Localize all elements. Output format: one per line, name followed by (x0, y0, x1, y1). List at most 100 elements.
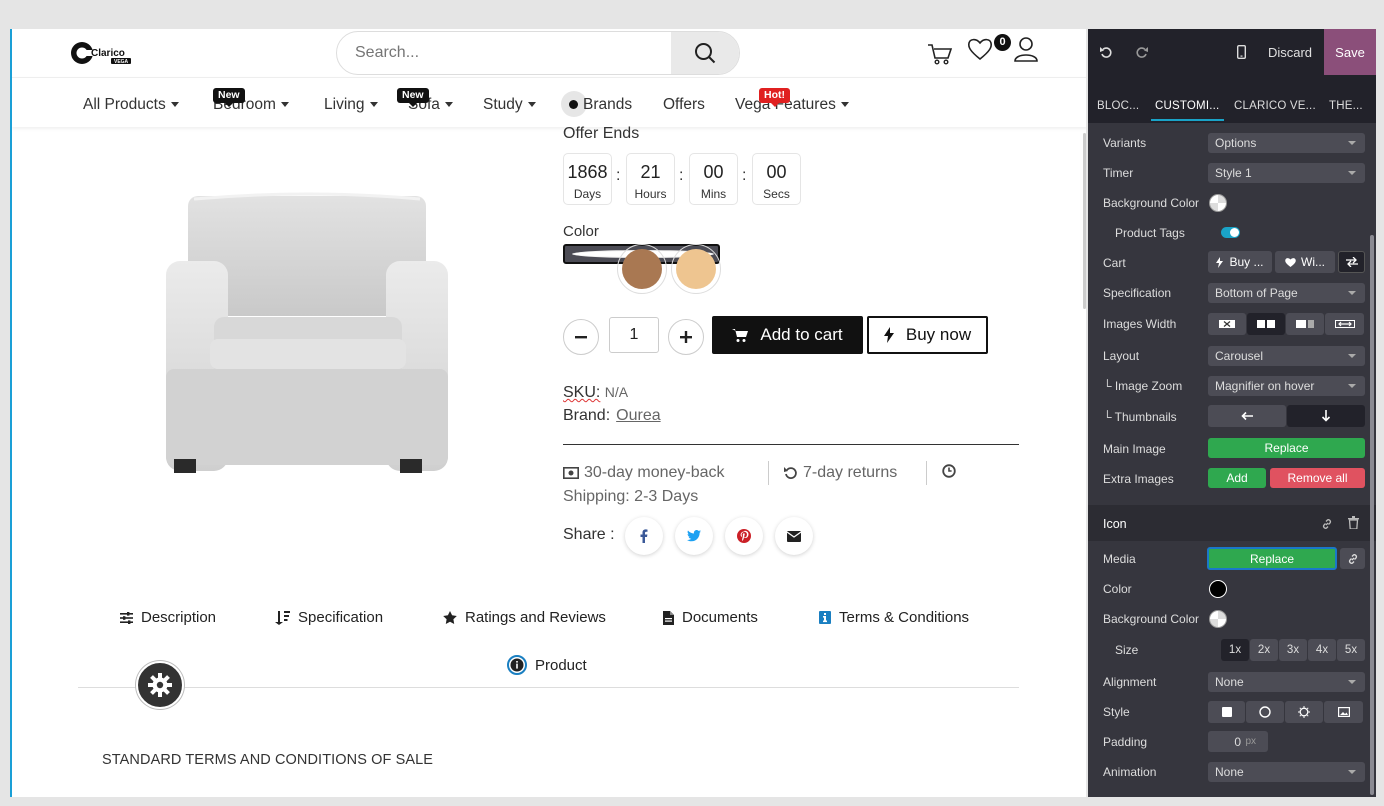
tab-theme[interactable]: THE... (1329, 100, 1363, 112)
nav-item-living[interactable]: Living (324, 96, 378, 114)
image-zoom-select[interactable]: Magnifier on hover (1208, 376, 1365, 396)
cart-buy-label: Buy ... (1229, 255, 1264, 269)
buy-now-button[interactable]: Buy now (867, 316, 988, 354)
style-shadow[interactable] (1285, 701, 1323, 723)
site-logo[interactable]: Clarico VEGA (70, 39, 134, 67)
link-icon[interactable] (1321, 517, 1333, 535)
nav-item-sofa[interactable]: New Sofa (397, 88, 453, 114)
hot-badge: Hot! (759, 88, 790, 107)
tab-label: Product (535, 656, 587, 674)
document-icon (663, 610, 674, 625)
product-tags-toggle[interactable] (1221, 227, 1240, 238)
search-input[interactable] (337, 32, 671, 74)
returns-info: 7-day returns (784, 464, 897, 482)
tab-documents[interactable]: Documents (663, 609, 758, 626)
search-bar (336, 31, 740, 75)
discard-button[interactable]: Discard (1258, 29, 1322, 75)
wishlist-count-badge: 0 (994, 34, 1011, 51)
tab-product[interactable]: Product (507, 655, 587, 675)
size-2x[interactable]: 2x (1250, 639, 1278, 661)
variants-select[interactable]: Options (1208, 133, 1365, 153)
thumbnails-bottom[interactable] (1287, 405, 1365, 427)
images-width-none[interactable] (1208, 313, 1246, 335)
sku-line: SKU: N/A (563, 384, 628, 402)
cart-label: Cart (1103, 256, 1126, 270)
search-button[interactable] (671, 32, 739, 74)
share-email-button[interactable] (775, 517, 813, 555)
page-scrollbar[interactable] (1083, 133, 1086, 309)
images-width-full[interactable] (1325, 313, 1364, 335)
background-color-picker[interactable] (1209, 194, 1227, 212)
tab-blocks[interactable]: BLOC... (1097, 100, 1139, 112)
style-image[interactable] (1324, 701, 1363, 723)
wishlist-icon[interactable] (966, 35, 994, 63)
quantity-increase-button[interactable] (668, 319, 704, 355)
images-width-third[interactable] (1286, 313, 1324, 335)
feature-separator (768, 461, 769, 485)
add-to-cart-button[interactable]: Add to cart (712, 316, 863, 354)
nav-item-offers[interactable]: Offers (663, 96, 705, 114)
cart-icon (732, 329, 749, 342)
style-square[interactable] (1208, 701, 1245, 723)
style-circle[interactable] (1246, 701, 1284, 723)
tab-customize[interactable]: CUSTOMI... (1155, 100, 1219, 112)
animation-select[interactable]: None (1208, 762, 1365, 782)
main-image-replace-button[interactable]: Replace (1208, 438, 1365, 458)
quantity-input[interactable]: 1 (609, 317, 659, 353)
alignment-select[interactable]: None (1208, 672, 1365, 692)
shipping-info: Shipping: 2-3 Days (563, 488, 699, 505)
tab-ratings[interactable]: Ratings and Reviews (443, 609, 606, 626)
color-swatch-brown[interactable] (617, 244, 667, 294)
trash-icon[interactable] (1348, 516, 1359, 534)
size-1x[interactable]: 1x (1221, 639, 1249, 661)
size-3x[interactable]: 3x (1279, 639, 1307, 661)
icon-bg-color-picker[interactable] (1209, 610, 1227, 628)
specification-select[interactable]: Bottom of Page (1208, 283, 1365, 303)
cart-icon[interactable] (926, 39, 954, 67)
nav-item-vega-features[interactable]: Hot! Vega Features (735, 88, 849, 114)
share-facebook-button[interactable] (625, 517, 663, 555)
media-link-button[interactable] (1340, 548, 1365, 569)
size-5x[interactable]: 5x (1337, 639, 1365, 661)
nav-item-brands[interactable]: Brands (561, 91, 662, 121)
cart-buy-option[interactable]: Buy ... (1208, 251, 1272, 273)
gear-icon (148, 673, 172, 697)
extra-images-add-button[interactable]: Add (1208, 468, 1266, 488)
brand-link[interactable]: Ourea (616, 407, 660, 424)
settings-button[interactable] (136, 661, 184, 709)
color-swatch-tan[interactable] (671, 244, 721, 294)
heart-icon (1285, 258, 1296, 267)
share-pinterest-button[interactable] (725, 517, 763, 555)
image-icon (1337, 707, 1350, 717)
nav-item-bedroom[interactable]: New Bedroom (213, 88, 289, 114)
icon-color-picker[interactable] (1209, 580, 1227, 598)
variants-label: Variants (1103, 136, 1147, 150)
share-twitter-button[interactable] (675, 517, 713, 555)
layout-select[interactable]: Carousel (1208, 346, 1365, 366)
product-image[interactable] (158, 189, 458, 489)
extra-images-remove-all-button[interactable]: Remove all (1270, 468, 1365, 488)
nav-item-study[interactable]: Study (483, 96, 536, 114)
thumbnails-left[interactable] (1208, 405, 1286, 427)
tab-description[interactable]: Description (120, 609, 216, 626)
cart-wishlist-option[interactable]: Wi... (1275, 251, 1335, 273)
redo-button[interactable] (1131, 29, 1151, 75)
main-nav: All Products New Bedroom Living New Sofa S… (12, 77, 1086, 127)
timer-select[interactable]: Style 1 (1208, 163, 1365, 183)
mobile-preview-button[interactable] (1232, 29, 1250, 75)
size-4x[interactable]: 4x (1308, 639, 1336, 661)
user-icon[interactable] (1012, 35, 1040, 63)
undo-button[interactable] (1096, 29, 1116, 75)
save-button[interactable]: Save (1324, 29, 1376, 75)
sku-label: SKU: (563, 384, 601, 401)
nav-item-all-products[interactable]: All Products (83, 96, 179, 114)
tab-specification[interactable]: Specification (275, 609, 383, 626)
images-width-half[interactable] (1247, 313, 1285, 335)
cart-compare-option[interactable] (1338, 251, 1365, 273)
tab-terms[interactable]: Terms & Conditions (819, 609, 969, 626)
media-replace-button[interactable]: Replace (1207, 547, 1337, 570)
padding-input[interactable]: 0 px (1208, 731, 1268, 752)
tab-clarico-vega[interactable]: CLARICO VE... (1234, 100, 1316, 112)
panel-scrollbar[interactable] (1370, 235, 1374, 795)
quantity-decrease-button[interactable] (563, 319, 599, 355)
